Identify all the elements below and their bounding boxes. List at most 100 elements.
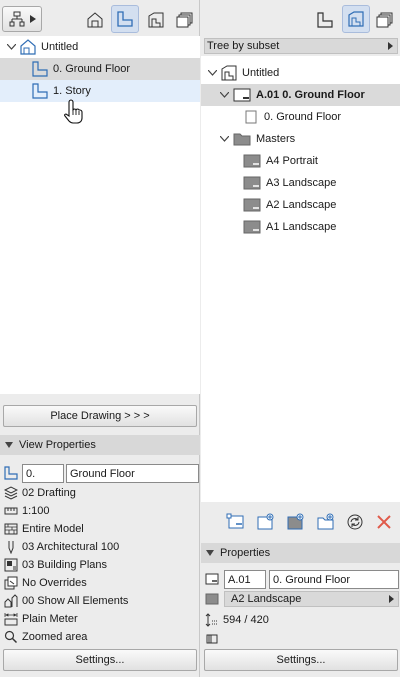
layout-book-panel: Tree by subset Untitled A.01 0. Ground F… [201,0,400,677]
layout-book-icon [147,12,165,28]
tree-item-master-a2[interactable]: A2 Landscape [201,194,400,216]
master-layout-icon [242,219,262,235]
zoom-value: Zoomed area [22,631,88,643]
size-arrows-icon [204,613,220,627]
publisher-sets-button[interactable] [171,6,199,34]
view-id-field[interactable]: 0. [22,464,64,483]
chevron-down-icon[interactable] [219,134,229,144]
new-folder-icon[interactable] [316,513,336,531]
drawing-icon [242,109,260,125]
tree-item-master-a4[interactable]: A4 Portrait [201,150,400,172]
size-value: 594 / 420 [223,614,269,626]
master-layout-icon [242,197,262,213]
layout-book-icon [347,11,365,27]
tree-item-story[interactable]: 1. Story [0,80,200,102]
masters-label: Masters [256,133,296,145]
folder-icon [232,131,252,147]
tree-root-row[interactable]: Untitled [0,36,200,58]
book-row [201,630,223,648]
new-layout-icon[interactable] [226,513,246,531]
layout-label: A.01 0. Ground Floor [256,89,365,101]
tree-item-label: 1. Story [53,85,91,97]
pen-set-row[interactable]: 03 Architectural 100 [0,538,119,556]
view-properties-header[interactable]: View Properties [0,435,200,455]
view-name-field[interactable]: Ground Floor [66,464,199,483]
triangle-right-icon [389,595,394,603]
hatch-icon [3,522,19,536]
properties-title: Properties [220,547,271,559]
new-master-icon[interactable] [286,513,306,531]
tree-mode-value: Tree by subset [207,40,280,52]
tree-item-master-a1[interactable]: A1 Landscape [201,216,400,238]
master-layout-icon [242,175,262,191]
layout-book-icon [220,65,238,81]
project-map-button[interactable] [81,6,109,34]
layout-settings-button[interactable]: Settings... [204,649,398,671]
chevron-down-icon[interactable] [6,42,16,52]
master-label: A4 Portrait [266,155,318,167]
publisher-sets-button[interactable] [371,6,399,34]
renovation-icon [3,594,19,608]
refresh-icon[interactable] [345,513,365,531]
left-toolbar [0,0,200,36]
properties-header[interactable]: Properties [201,543,400,563]
place-drawing-button[interactable]: Place Drawing > > > [3,405,197,427]
layout-id-field[interactable]: A.01 [224,570,266,589]
tree-root-label: Untitled [41,41,79,53]
tree-item-placed-drawing[interactable]: 0. Ground Floor [201,106,400,128]
magnifier-icon [3,630,19,644]
model-view-options-value: 03 Building Plans [22,559,108,571]
tree-item-label: 0. Ground Floor [53,63,131,75]
chevron-down-icon[interactable] [207,68,217,78]
chevron-down-icon[interactable] [219,90,229,100]
renovation-filter-value: 00 Show All Elements [22,595,129,607]
override-icon [3,576,19,590]
size-row: 594 / 420 [201,611,269,629]
new-subset-icon[interactable] [256,513,276,531]
tree-item-master-a3[interactable]: A3 Landscape [201,172,400,194]
hand-cursor-icon [64,98,84,124]
tree-root-row[interactable]: Untitled [201,62,400,84]
layout-sheet-icon [204,572,220,586]
layout-actions-bar [201,508,400,538]
floor-plan-icon [31,83,49,99]
structure-display-row[interactable]: Entire Model [0,520,84,538]
view-map-button[interactable] [111,5,139,33]
right-toolbar [201,0,400,36]
graphic-overrides-row[interactable]: No Overrides [0,574,87,592]
tree-item-layout-a01[interactable]: A.01 0. Ground Floor [201,84,400,106]
delete-icon[interactable] [376,514,392,530]
tree-item-masters[interactable]: Masters [201,128,400,150]
layers-icon [3,486,19,500]
triangle-right-icon [388,42,393,50]
master-label: A1 Landscape [266,221,337,233]
master-label: A2 Landscape [266,199,337,211]
layout-sheet-icon [232,87,252,103]
ruler-icon [3,504,19,518]
house-icon [86,12,104,28]
view-properties-title: View Properties [19,439,96,451]
tree-mode-dropdown[interactable]: Tree by subset [204,38,398,54]
organizer-menu-button[interactable] [2,6,42,32]
floor-plan-icon [316,12,334,28]
floor-plan-icon [116,11,134,27]
house-blue-icon [19,39,37,55]
layer-combination-row[interactable]: 02 Drafting [0,484,76,502]
dimension-icon [3,612,19,626]
model-view-options-row[interactable]: 03 Building Plans [0,556,107,574]
tree-item-ground-floor[interactable]: 0. Ground Floor [0,58,200,80]
triangle-down-icon [206,550,214,556]
dimensions-row[interactable]: Plain Meter [0,610,78,628]
view-map-panel: Untitled 0. Ground Floor 1. Story Place … [0,0,200,677]
scale-row[interactable]: 1:100 [0,502,50,520]
master-dropdown[interactable]: A2 Landscape [224,591,399,607]
view-settings-button[interactable]: Settings... [3,649,197,671]
layout-book-button[interactable] [342,5,370,33]
master-layout-icon [242,153,262,169]
layout-book-button[interactable] [142,6,170,34]
layout-book-tree: Untitled A.01 0. Ground Floor 0. Ground … [201,56,400,502]
view-map-button[interactable] [311,6,339,34]
zoom-row[interactable]: Zoomed area [0,628,87,646]
renovation-filter-row[interactable]: 00 Show All Elements [0,592,128,610]
layout-name-field[interactable]: 0. Ground Floor [269,570,399,589]
